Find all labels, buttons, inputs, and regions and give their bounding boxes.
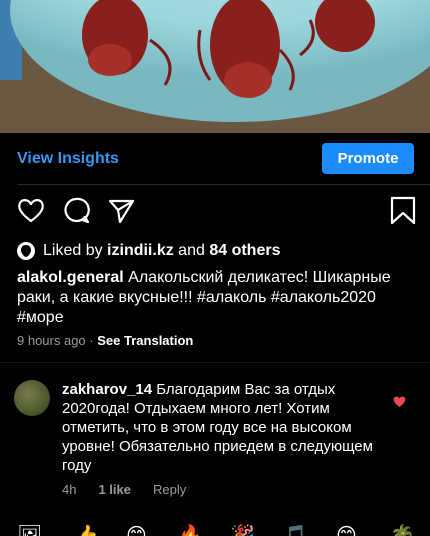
comment-username[interactable]: zakharov_14 — [62, 381, 152, 398]
reply-button[interactable]: Reply — [153, 482, 186, 497]
caption-username[interactable]: alakol.general — [17, 269, 124, 286]
likes-and: and — [178, 242, 205, 259]
post-time: 9 hours ago — [17, 333, 86, 348]
view-insights-link[interactable]: View Insights — [17, 150, 119, 168]
post-actions — [0, 195, 430, 231]
divider — [17, 184, 430, 185]
commenter-avatar[interactable] — [14, 380, 50, 416]
comment-meta: 4h 1 like Reply — [62, 482, 186, 497]
comment-time: 4h — [62, 482, 77, 497]
likes-others[interactable]: 84 others — [209, 242, 280, 260]
comment-likes[interactable]: 1 like — [98, 482, 131, 497]
emoji-6[interactable]: 😊 — [336, 526, 357, 536]
promote-button[interactable]: Promote — [322, 143, 414, 174]
comment-icon[interactable] — [61, 195, 91, 225]
meta-dot: · — [89, 333, 94, 348]
post-caption: alakol.general Алакольский деликатес! Ши… — [17, 268, 417, 328]
emoji-reaction-bar: 🖼 👍 😊 🔥 🎉 🎵 😊 🌴 — [0, 522, 430, 536]
emoji-2[interactable]: 😊 — [126, 526, 147, 536]
see-translation-link[interactable]: See Translation — [97, 333, 193, 348]
section-divider — [0, 362, 430, 363]
emoji-4[interactable]: 🎉 — [230, 526, 255, 536]
post-photo[interactable] — [0, 0, 430, 133]
post-meta: 9 hours ago · See Translation — [17, 333, 193, 348]
bookmark-icon[interactable] — [388, 195, 418, 225]
emoji-5[interactable]: 🎵 — [282, 526, 307, 536]
emoji-7[interactable]: 🌴 — [390, 526, 415, 536]
comment-body: zakharov_14 Благодарим Вас за отдых 2020… — [62, 380, 374, 475]
likes-summary[interactable]: Liked by izindii.kz and 84 others — [17, 241, 280, 261]
likes-prefix: Liked by — [43, 242, 103, 259]
liker-avatar-icon — [17, 242, 35, 260]
heart-filled-icon[interactable] — [392, 394, 407, 413]
emoji-1[interactable]: 👍 — [74, 526, 99, 536]
send-icon[interactable] — [106, 195, 136, 225]
emoji-0[interactable]: 🖼 — [17, 526, 42, 536]
heart-outline-icon[interactable] — [16, 195, 46, 225]
liker-username[interactable]: izindii.kz — [107, 242, 174, 260]
emoji-3[interactable]: 🔥 — [178, 526, 203, 536]
